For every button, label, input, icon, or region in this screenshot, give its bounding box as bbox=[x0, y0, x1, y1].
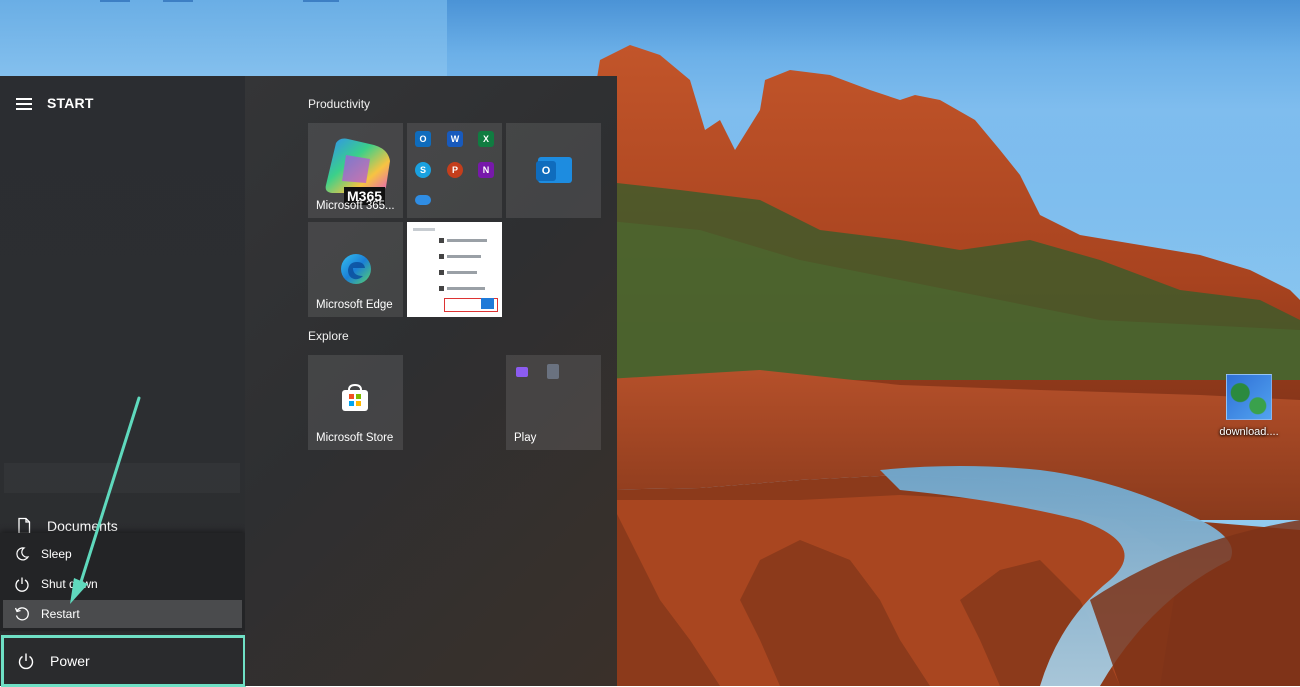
moon-icon bbox=[16, 547, 30, 561]
desktop-icon-label: download.... bbox=[1219, 426, 1279, 438]
preview-bullet bbox=[439, 238, 444, 243]
sleep-label: Sleep bbox=[41, 547, 72, 561]
top-strip-mark bbox=[303, 0, 339, 2]
desktop-file-icon[interactable]: download.... bbox=[1214, 374, 1284, 438]
tile-outlook[interactable]: O bbox=[506, 123, 601, 218]
tile-label: Microsoft 365... bbox=[316, 200, 395, 212]
store-icon bbox=[342, 383, 368, 411]
powerpoint-mini-icon: P bbox=[447, 162, 463, 178]
onedrive-mini-icon bbox=[415, 195, 431, 205]
tile-office-apps-folder[interactable]: O W X S P N bbox=[407, 123, 502, 218]
skype-mini-icon: S bbox=[415, 162, 431, 178]
preview-photo-icon bbox=[481, 298, 494, 309]
power-button[interactable]: Power bbox=[1, 635, 246, 687]
top-strip-mark bbox=[100, 0, 130, 2]
preview-line bbox=[447, 255, 481, 258]
calculator-mini-icon bbox=[547, 364, 559, 379]
word-mini-icon: W bbox=[447, 131, 463, 147]
power-label: Power bbox=[50, 653, 90, 669]
preview-bullet bbox=[439, 254, 444, 259]
group-label-explore: Explore bbox=[308, 329, 349, 343]
restart-label: Restart bbox=[41, 607, 80, 621]
power-icon bbox=[15, 577, 29, 592]
tile-label: Microsoft Edge bbox=[316, 299, 393, 311]
shut-down-option[interactable]: Shut down bbox=[3, 570, 242, 598]
tile-screenshot-preview[interactable] bbox=[407, 222, 502, 317]
group-label-productivity: Productivity bbox=[308, 97, 371, 111]
hamburger-menu-icon[interactable] bbox=[16, 98, 32, 110]
image-thumbnail-icon bbox=[1226, 374, 1272, 420]
tile-play-folder[interactable]: Play bbox=[506, 355, 601, 450]
start-title: START bbox=[47, 95, 94, 111]
start-menu-left-pane: START Documents Sleep Shut down Restart … bbox=[0, 76, 246, 687]
tile-microsoft-edge[interactable]: Microsoft Edge bbox=[308, 222, 403, 317]
tile-label: Microsoft Store bbox=[316, 432, 394, 444]
top-strip-mark bbox=[163, 0, 193, 2]
preview-line bbox=[413, 228, 435, 231]
tile-microsoft-store[interactable]: Microsoft Store bbox=[308, 355, 403, 450]
edge-icon bbox=[341, 254, 371, 284]
desktop-top-strip bbox=[0, 0, 447, 76]
tile-label: Play bbox=[514, 432, 537, 444]
restart-icon bbox=[14, 607, 29, 621]
outlook-mini-icon: O bbox=[415, 131, 431, 147]
blank-list-item bbox=[4, 463, 240, 493]
restart-option[interactable]: Restart bbox=[3, 600, 242, 628]
power-options-menu: Sleep Shut down Restart bbox=[0, 533, 245, 631]
tile-microsoft-365[interactable]: M365 Microsoft 365... bbox=[308, 123, 403, 218]
game-mini-icon bbox=[516, 367, 528, 377]
outlook-icon: O bbox=[536, 161, 556, 181]
excel-mini-icon: X bbox=[478, 131, 494, 147]
preview-line bbox=[447, 271, 477, 274]
shut-down-label: Shut down bbox=[41, 577, 98, 591]
preview-line bbox=[447, 287, 485, 290]
preview-bullet bbox=[439, 286, 444, 291]
onenote-mini-icon: N bbox=[478, 162, 494, 178]
preview-line bbox=[447, 239, 487, 242]
power-icon bbox=[18, 653, 34, 670]
documents-label: Documents bbox=[47, 518, 118, 534]
preview-bullet bbox=[439, 270, 444, 275]
sleep-option[interactable]: Sleep bbox=[3, 540, 242, 568]
